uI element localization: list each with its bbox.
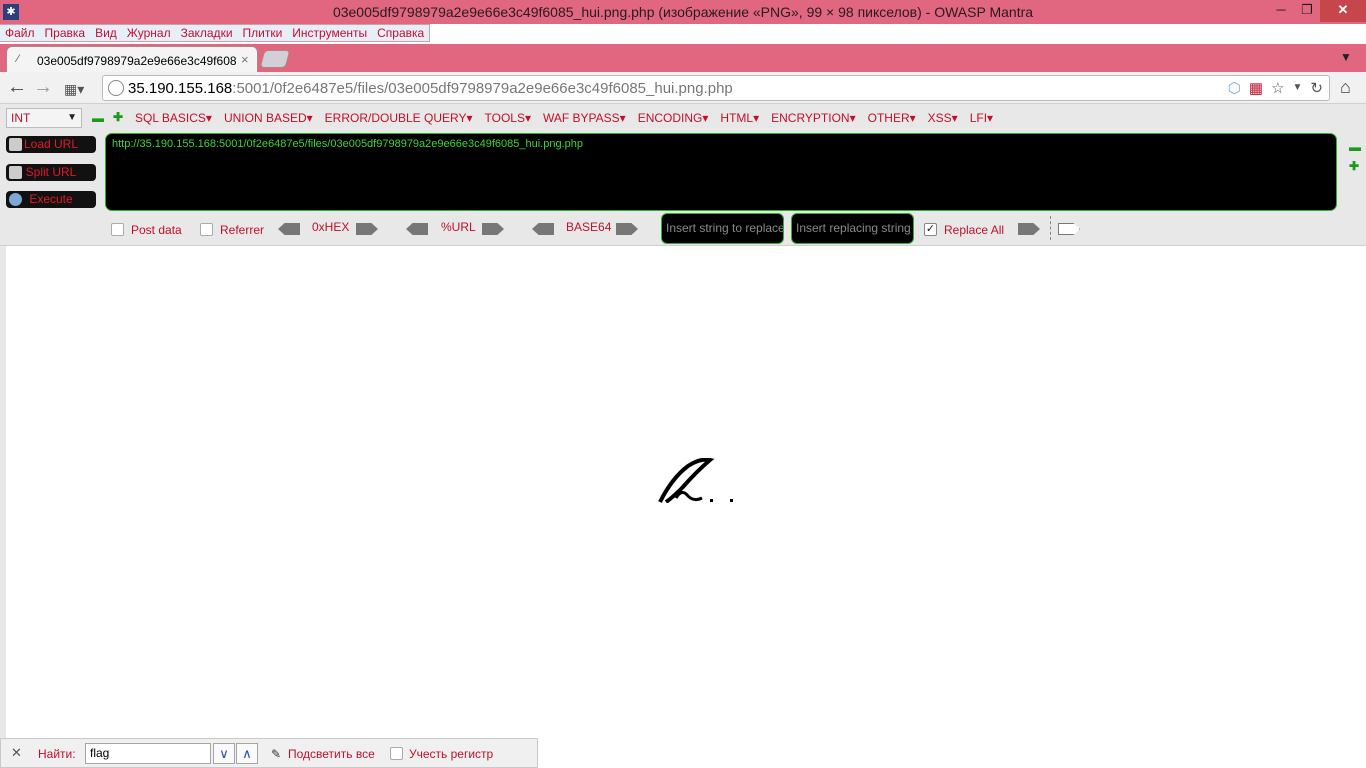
match-case-label: Учесть регистр <box>409 747 494 761</box>
close-icon[interactable]: ✕ <box>11 745 22 761</box>
execute-label: Execute <box>29 192 73 206</box>
globe-icon <box>108 80 124 96</box>
hackbar-panel: INT ▼ ▬ ✚ SQL BASICS▾ UNION BASED▾ ERROR/… <box>0 104 1366 246</box>
tab-close-icon[interactable]: × <box>241 52 249 67</box>
menu-edit[interactable]: Правка <box>40 25 91 41</box>
url-decode-arrow-icon[interactable] <box>406 223 428 235</box>
url-path: :5001/0f2e6487e5/files/03e005df9798979a2… <box>232 80 733 97</box>
menu-sql-basics[interactable]: SQL BASICS▾ <box>135 111 212 125</box>
home-icon[interactable]: ⌂ <box>1340 77 1351 98</box>
url-encoding-label: %URL <box>441 220 476 234</box>
post-data-label: Post data <box>131 223 182 237</box>
title-bar: ✱ 03e005df9798979a2e9e66e3c49f6085_hui.p… <box>0 0 1366 24</box>
base64-encode-arrow-icon[interactable] <box>616 223 638 235</box>
menu-union-based[interactable]: UNION BASED▾ <box>224 111 313 125</box>
maximize-button[interactable]: ❐ <box>1294 0 1320 22</box>
menu-error-double-query[interactable]: ERROR/DOUBLE QUERY▾ <box>325 111 473 125</box>
menu-bookmarks[interactable]: Закладки <box>176 25 238 41</box>
menu-tools[interactable]: Инструменты <box>287 25 372 41</box>
find-label: Найти: <box>38 747 76 761</box>
plus-icon[interactable]: ✚ <box>113 110 123 124</box>
execute-icon <box>9 193 22 206</box>
replace-all-label: Replace All <box>944 223 1005 237</box>
url-encode-arrow-icon[interactable] <box>482 223 504 235</box>
reload-icon[interactable]: ↻ <box>1310 79 1323 97</box>
split-url-icon <box>9 166 22 179</box>
hex-decode-arrow-icon[interactable] <box>278 223 300 235</box>
image-icon: ⁄ <box>17 53 19 65</box>
replacing-string-input[interactable]: Insert replacing string <box>791 213 914 244</box>
chevron-down-icon: ▼ <box>67 112 77 123</box>
tab-active[interactable]: ⁄ 03e005df9798979a2e9e66e3c49f6085_... × <box>6 46 258 72</box>
url-textarea[interactable]: http://35.190.155.168:5001/0f2e6487e5/fi… <box>105 133 1337 211</box>
divider <box>1050 216 1051 240</box>
split-url-button[interactable]: Split URL <box>6 164 96 181</box>
menu-encryption[interactable]: ENCRYPTION▾ <box>771 111 855 125</box>
menu-file[interactable]: Файл <box>0 25 40 41</box>
url-text[interactable]: 35.190.155.168:5001/0f2e6487e5/files/03e… <box>128 80 733 97</box>
menu-view[interactable]: Вид <box>90 25 122 41</box>
type-select-value: INT <box>11 111 31 125</box>
menu-encoding[interactable]: ENCODING▾ <box>638 111 709 125</box>
menu-help[interactable]: Справка <box>372 25 429 41</box>
load-url-label: Load URL <box>23 137 79 151</box>
hex-label: 0xHEX <box>312 220 350 234</box>
menu-tiles[interactable]: Плитки <box>238 25 288 41</box>
menu-xss[interactable]: XSS▾ <box>928 111 958 125</box>
menu-html[interactable]: HTML▾ <box>720 111 759 125</box>
plus-icon[interactable]: ✚ <box>1349 159 1359 173</box>
find-previous-button[interactable]: ∧ <box>236 743 258 764</box>
png-image <box>658 458 757 503</box>
chevron-down-icon[interactable]: ▼ <box>1293 79 1303 97</box>
menu-waf-bypass[interactable]: WAF BYPASS▾ <box>543 111 626 125</box>
window-title: 03e005df9798979a2e9e66e3c49f6085_hui.png… <box>332 4 1034 20</box>
chevron-down-icon[interactable]: ▼ <box>1340 50 1352 64</box>
minus-icon[interactable]: ▬ <box>92 111 104 125</box>
referrer-label: Referrer <box>220 223 265 237</box>
hex-encode-arrow-icon[interactable] <box>356 223 378 235</box>
apps-grid-icon[interactable]: ▦▾ <box>64 79 84 99</box>
tab-label: 03e005df9798979a2e9e66e3c49f6085_... <box>37 54 237 68</box>
back-arrow-icon[interactable]: ← <box>7 77 27 97</box>
navigation-bar: ← → ▦▾ 35.190.155.168:5001/0f2e6487e5/fi… <box>0 72 1366 104</box>
post-data-checkbox[interactable] <box>111 223 124 236</box>
next-arrow-icon[interactable] <box>1058 223 1080 235</box>
type-select[interactable]: INT ▼ <box>6 108 82 128</box>
base64-decode-arrow-icon[interactable] <box>532 223 554 235</box>
forward-arrow-icon[interactable]: → <box>33 77 53 97</box>
replace-all-checkbox[interactable]: ✓ <box>924 223 937 236</box>
url-host: 35.190.155.168 <box>128 80 233 97</box>
menu-other[interactable]: OTHER▾ <box>868 111 916 125</box>
replace-string-input[interactable]: Insert string to replace <box>661 213 784 244</box>
load-url-button[interactable]: Load URL <box>6 136 96 153</box>
referrer-checkbox[interactable] <box>200 223 213 236</box>
addon-cube-icon[interactable]: ⬡ <box>1228 79 1241 97</box>
execute-button[interactable]: Execute <box>6 191 96 208</box>
base64-label: BASE64 <box>566 220 612 234</box>
url-bar[interactable]: 35.190.155.168:5001/0f2e6487e5/files/03e… <box>102 75 1330 101</box>
split-url-label: Split URL <box>25 165 77 179</box>
menu-lfi[interactable]: LFI▾ <box>970 111 993 125</box>
us-flag-icon[interactable]: ▦ <box>1249 79 1263 97</box>
close-window-button[interactable]: ✕ <box>1320 0 1366 22</box>
match-case-checkbox[interactable] <box>390 747 403 760</box>
highlighter-icon: ✎ <box>271 747 282 761</box>
minus-icon[interactable]: ▬ <box>1349 140 1361 154</box>
highlight-all-button[interactable]: Подсветить все <box>288 747 375 761</box>
find-next-button[interactable]: ∨ <box>213 743 235 764</box>
menu-tools[interactable]: TOOLS▾ <box>485 111 531 125</box>
minimize-button[interactable]: ─ <box>1268 0 1294 22</box>
find-bar: ✕ Найти: flag ∨ ∧ ✎ Подсветить все Учест… <box>0 738 538 768</box>
new-tab-button[interactable] <box>259 50 291 68</box>
star-bookmark-icon[interactable]: ☆ <box>1271 79 1284 97</box>
replace-arrow-icon[interactable] <box>1018 223 1040 235</box>
menu-bar: Файл Правка Вид Журнал Закладки Плитки И… <box>0 24 431 42</box>
tab-strip: ⁄ 03e005df9798979a2e9e66e3c49f6085_... ×… <box>0 44 1366 72</box>
hackbar-menus: SQL BASICS▾ UNION BASED▾ ERROR/DOUBLE QU… <box>135 111 993 125</box>
find-input[interactable]: flag <box>85 743 211 764</box>
load-url-icon <box>9 138 22 151</box>
menu-history[interactable]: Журнал <box>122 25 176 41</box>
